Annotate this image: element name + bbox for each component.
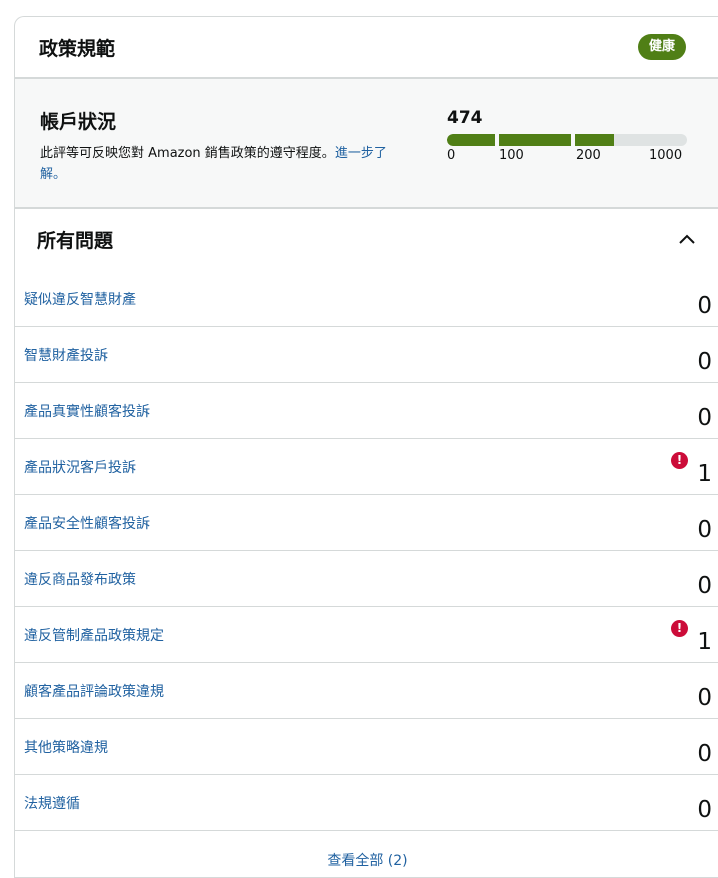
card-title: 政策規範 (39, 37, 116, 60)
issue-count: 0 (697, 797, 712, 823)
account-health-section: 帳戶狀況 此評等可反映您對 Amazon 銷售政策的遵守程度。進一步了解。 47… (15, 79, 718, 209)
issue-link[interactable]: 智慧財產投訴 (24, 345, 108, 365)
issue-link[interactable]: 其他策略違規 (24, 737, 108, 757)
chevron-up-icon[interactable] (676, 228, 698, 250)
issue-row: 其他策略違規 0 (15, 719, 718, 775)
score-scale-labels: 0 100 200 1000 (447, 148, 692, 166)
issue-link[interactable]: 顧客產品評論政策違規 (24, 681, 164, 701)
issue-link[interactable]: 產品真實性顧客投訴 (24, 401, 150, 421)
account-health-info: 帳戶狀況 此評等可反映您對 Amazon 銷售政策的遵守程度。進一步了解。 (40, 107, 400, 185)
score-progress-bar (447, 134, 687, 146)
issue-row: 違反管制產品政策規定 ! 1 (15, 607, 718, 663)
exclamation-circle-icon: ! (671, 620, 688, 637)
all-issues-header[interactable]: 所有問題 (15, 209, 718, 269)
scale-label: 100 (499, 148, 524, 163)
scale-label: 0 (447, 148, 456, 163)
issue-row: 智慧財產投訴 0 (15, 327, 718, 383)
view-all-link[interactable]: 查看全部 (2) (15, 850, 718, 870)
issue-count: 1 (697, 461, 712, 487)
issue-row: 疑似違反智慧財產 0 (15, 271, 718, 327)
score-progress-fill (447, 134, 614, 146)
card-header: 政策規範 健康 (15, 17, 718, 79)
issue-row: 顧客產品評論政策違規 0 (15, 663, 718, 719)
description-text: 此評等可反映您對 Amazon 銷售政策的遵守程度。 (40, 146, 335, 161)
issue-count: 0 (697, 685, 712, 711)
issue-link[interactable]: 違反商品發布政策 (24, 569, 136, 589)
issue-row: 產品狀況客戶投訴 ! 1 (15, 439, 718, 495)
score-bar-divider (495, 134, 499, 146)
account-health-description: 此評等可反映您對 Amazon 銷售政策的遵守程度。進一步了解。 (40, 143, 400, 185)
issue-count: 0 (697, 293, 712, 319)
issue-link[interactable]: 產品狀況客戶投訴 (24, 457, 136, 477)
issue-row: 法規遵循 0 (15, 775, 718, 831)
issue-count: 1 (697, 629, 712, 655)
scale-label: 200 (576, 148, 601, 163)
issue-count: 0 (697, 741, 712, 767)
issue-count: 0 (697, 517, 712, 543)
exclamation-circle-icon: ! (671, 452, 688, 469)
issue-link[interactable]: 產品安全性顧客投訴 (24, 513, 150, 533)
issue-count: 0 (697, 573, 712, 599)
scale-label: 1000 (649, 148, 683, 163)
issue-row: 違反商品發布政策 0 (15, 551, 718, 607)
score-value: 474 (447, 108, 483, 128)
issue-list: 疑似違反智慧財產 0 智慧財產投訴 0 產品真實性顧客投訴 0 產品狀況客戶投訴… (15, 271, 718, 831)
all-issues-title: 所有問題 (37, 229, 114, 252)
score-bar-divider (571, 134, 575, 146)
issue-link[interactable]: 法規遵循 (24, 793, 80, 813)
issue-count: 0 (697, 349, 712, 375)
issue-row: 產品真實性顧客投訴 0 (15, 383, 718, 439)
account-health-score: 474 0 100 200 1000 (447, 108, 692, 166)
issue-row: 產品安全性顧客投訴 0 (15, 495, 718, 551)
issue-count: 0 (697, 405, 712, 431)
health-status-badge: 健康 (637, 34, 686, 60)
issue-link[interactable]: 違反管制產品政策規定 (24, 625, 164, 645)
account-health-title: 帳戶狀況 (40, 111, 117, 133)
issue-link[interactable]: 疑似違反智慧財產 (24, 289, 136, 309)
policy-compliance-card: 政策規範 健康 帳戶狀況 此評等可反映您對 Amazon 銷售政策的遵守程度。進… (14, 16, 718, 878)
